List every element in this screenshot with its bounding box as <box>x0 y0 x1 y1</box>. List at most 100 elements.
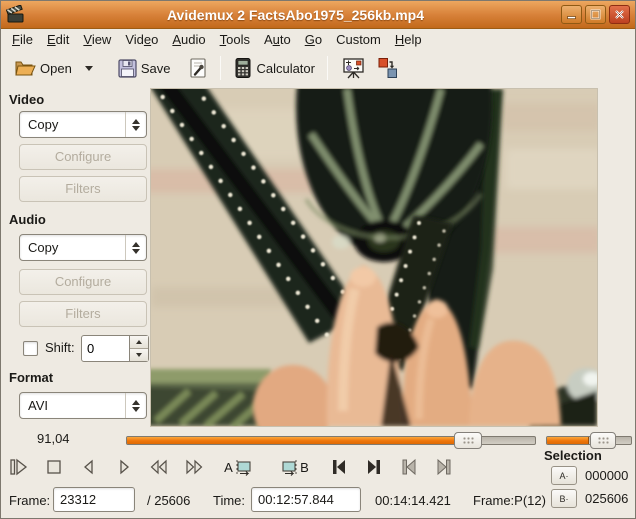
next-keyframe-button[interactable] <box>362 454 386 480</box>
selection-a-glyph: A· <box>560 471 569 481</box>
secondary-slider[interactable] <box>546 432 632 449</box>
shift-input[interactable] <box>82 336 129 361</box>
selection-a-value: 000000 <box>585 468 628 483</box>
format-section-heading: Format <box>9 370 53 385</box>
combo-arrows-icon <box>125 112 146 137</box>
timeline-slider[interactable] <box>126 432 536 449</box>
fast-forward-icon <box>183 457 205 477</box>
calculator-label: Calculator <box>256 61 315 76</box>
format-select[interactable]: AVI <box>19 392 147 419</box>
toolbar-separator <box>220 56 221 80</box>
previous-black-frame-icon <box>398 457 420 477</box>
fast-backward-button[interactable] <box>147 454 171 480</box>
next-black-frame-icon <box>433 457 455 477</box>
previous-keyframe-icon <box>328 457 350 477</box>
menu-help[interactable]: Help <box>388 30 429 49</box>
time-input[interactable] <box>251 487 361 512</box>
sidebar: Video Copy Configure Filters Audio Copy … <box>1 86 151 429</box>
timeline-fill <box>127 437 455 444</box>
menu-custom[interactable]: Custom <box>329 30 388 49</box>
secondary-handle[interactable] <box>590 432 616 449</box>
avidemux-window: Avidemux 2 FactsAbo1975_256kb.mp4 File E… <box>0 0 636 519</box>
video-filters-button[interactable]: Filters <box>19 176 147 202</box>
close-icon <box>614 9 625 20</box>
secondary-fill <box>547 437 589 444</box>
menu-audio[interactable]: Audio <box>165 30 212 49</box>
audio-shift-row: Shift: <box>1 335 151 362</box>
frame-label: Frame: <box>9 493 50 508</box>
combo-arrows-icon <box>125 393 146 418</box>
set-marker-b-button[interactable]: B <box>272 454 316 480</box>
play-button[interactable] <box>7 454 31 480</box>
shift-spinbox <box>81 335 149 362</box>
position-percent-label: 91,04 <box>37 431 70 446</box>
audio-filters-button[interactable]: Filters <box>19 301 147 327</box>
video-frame-image <box>151 89 597 426</box>
menu-view[interactable]: View <box>76 30 118 49</box>
window-title: Avidemux 2 FactsAbo1975_256kb.mp4 <box>30 7 561 23</box>
marker-a-label: A <box>224 460 233 475</box>
menubar: File Edit View Video Audio Tools Auto Go… <box>2 29 634 50</box>
time-label: Time: <box>213 493 245 508</box>
previous-keyframe-button[interactable] <box>327 454 351 480</box>
close-button[interactable] <box>609 5 630 24</box>
process-queue-button[interactable] <box>371 53 405 83</box>
shift-checkbox[interactable] <box>23 341 38 356</box>
save-label: Save <box>141 61 171 76</box>
format-value: AVI <box>20 398 125 413</box>
titlebar[interactable]: Avidemux 2 FactsAbo1975_256kb.mp4 <box>1 1 635 29</box>
video-configure-button[interactable]: Configure <box>19 144 147 170</box>
minimize-button[interactable] <box>561 5 582 24</box>
menu-auto[interactable]: Auto <box>257 30 298 49</box>
minimize-icon <box>566 9 577 20</box>
next-frame-icon <box>113 457 135 477</box>
set-marker-a-icon <box>234 457 254 477</box>
preview-output-button[interactable] <box>335 53 371 83</box>
shift-spin-down-button[interactable] <box>130 349 148 361</box>
shift-spin-up-button[interactable] <box>130 336 148 349</box>
timeline-handle[interactable] <box>454 432 482 449</box>
menu-tools[interactable]: Tools <box>213 30 257 49</box>
open-button[interactable]: Open <box>8 54 98 82</box>
duration-label: 00:14:14.421 <box>375 493 451 508</box>
calculator-button[interactable]: Calculator <box>228 54 320 82</box>
fast-backward-icon <box>148 457 170 477</box>
video-preview <box>151 89 597 426</box>
video-codec-select[interactable]: Copy <box>19 111 147 138</box>
menu-edit[interactable]: Edit <box>40 30 76 49</box>
video-section-heading: Video <box>9 92 44 107</box>
toolbar-separator <box>327 56 328 80</box>
audio-configure-button[interactable]: Configure <box>19 269 147 295</box>
stop-icon <box>43 457 65 477</box>
menu-video[interactable]: Video <box>118 30 165 49</box>
save-button[interactable]: Save <box>112 55 176 82</box>
previous-frame-icon <box>78 457 100 477</box>
next-black-frame-button[interactable] <box>432 454 456 480</box>
properties-button[interactable] <box>183 54 213 82</box>
stop-button[interactable] <box>42 454 66 480</box>
document-info-icon <box>188 57 208 79</box>
next-keyframe-icon <box>363 457 385 477</box>
frame-total-label: / 25606 <box>147 493 190 508</box>
maximize-button[interactable] <box>585 5 606 24</box>
previous-frame-button[interactable] <box>77 454 101 480</box>
open-dropdown-arrow <box>85 66 93 71</box>
next-frame-button[interactable] <box>112 454 136 480</box>
selection-panel: Selection A· 000000 B· 025606 <box>544 448 634 463</box>
audio-section-heading: Audio <box>9 212 46 227</box>
app-clapperboard-icon <box>6 5 26 25</box>
transport-controls: A B <box>7 453 456 481</box>
menu-go[interactable]: Go <box>298 30 329 49</box>
audio-codec-select[interactable]: Copy <box>19 234 147 261</box>
toolbar: Open Save <box>2 50 634 86</box>
red-blue-squares-icon <box>376 56 400 80</box>
audio-codec-value: Copy <box>20 240 125 255</box>
calculator-icon <box>233 57 253 79</box>
fast-forward-button[interactable] <box>182 454 206 480</box>
save-floppy-icon <box>117 58 138 79</box>
menu-file[interactable]: File <box>5 30 40 49</box>
set-marker-a-button[interactable]: A <box>217 454 261 480</box>
frame-input[interactable] <box>53 487 135 512</box>
open-folder-icon <box>13 57 37 79</box>
previous-black-frame-button[interactable] <box>397 454 421 480</box>
